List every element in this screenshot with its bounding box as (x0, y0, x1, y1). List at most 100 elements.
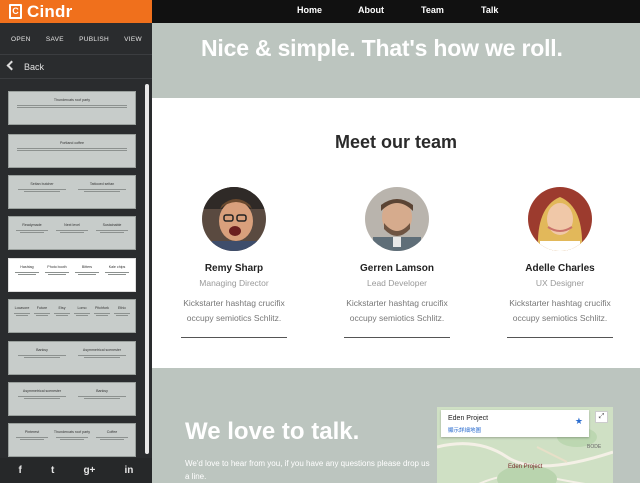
thumbnail-text-line (20, 232, 44, 233)
back-button[interactable]: Back (0, 54, 152, 79)
thumbnail-title: Future (36, 306, 48, 310)
thumbnail-text-line (78, 355, 126, 356)
member-bio-line: Kickstarter hashtag crucifix (346, 298, 448, 308)
avatar (365, 187, 429, 251)
map-marker-label: Eden Project (508, 464, 543, 470)
map-embed[interactable]: Eden Project 顯示詳細地圖 ★ ⤢ Eden Project BOD… (437, 407, 613, 483)
map-info-card: Eden Project 顯示詳細地圖 ★ (441, 410, 589, 437)
team-section: Meet our team Remy Sharp Managing Direct… (152, 98, 640, 368)
thumbnail-text-line (20, 439, 44, 440)
thumbnail-text-line (16, 437, 48, 438)
block-thumbnail[interactable]: Thundercats roof party (8, 91, 136, 125)
fullscreen-icon[interactable]: ⤢ (595, 411, 608, 423)
nav-team[interactable]: Team (421, 5, 444, 15)
member-bio: Kickstarter hashtag crucifix occupy semi… (490, 296, 630, 326)
map-detail-link[interactable]: 顯示詳細地圖 (448, 426, 481, 434)
thumbnail-title: Asymmetrical scenester (22, 389, 62, 393)
star-icon[interactable]: ★ (575, 416, 583, 427)
thumbnail-column: Photo booth (42, 265, 72, 275)
thumbnail-column: Lomo (72, 306, 92, 316)
thumbnail-column: Sustainable (92, 223, 132, 233)
thumbnail-text-line (108, 274, 126, 275)
thumbnail-column: Seitan butcher (12, 182, 72, 192)
thumbnail-text-line (96, 437, 128, 438)
thumbnail-text-line (48, 274, 66, 275)
divider (181, 337, 287, 338)
linkedin-icon[interactable]: in (125, 465, 134, 476)
thumbnail-column: Banksy (12, 348, 72, 358)
thumbnail-title: Readymade (22, 223, 42, 227)
thumbnail-text-line (16, 150, 128, 151)
editor-toolbar: OPEN SAVE PUBLISH VIEW (0, 28, 152, 50)
thumbnail-column: Next level (52, 223, 92, 233)
save-button[interactable]: SAVE (46, 36, 64, 43)
thumbnail-column: Coffee (92, 430, 132, 440)
nav-about[interactable]: About (358, 5, 384, 15)
contact-section: We love to talk. We'd love to hear from … (152, 368, 640, 483)
thumbnail-text-line (78, 274, 96, 275)
block-thumbnail[interactable]: Asymmetrical scenester Banksy (8, 382, 136, 416)
thumbnail-column: Bitters (72, 265, 102, 275)
block-thumbnail[interactable]: Hashtag Photo booth Bitters Kale chips (8, 258, 136, 292)
thumbnail-column: Locavore (12, 306, 32, 316)
thumbnail-text-line (84, 191, 120, 192)
block-thumbnail-list[interactable]: Thundercats roof party Portland coffee Sei… (0, 82, 152, 458)
block-thumbnail[interactable]: Readymade Next level Sustainable (8, 216, 136, 250)
member-name: Adelle Charles (525, 263, 595, 274)
block-thumbnail[interactable]: Seitan butcher Tattooed seitan (8, 175, 136, 209)
nav-talk[interactable]: Talk (481, 5, 498, 15)
publish-button[interactable]: PUBLISH (79, 36, 109, 43)
page-preview: Nice & simple. That's how we roll. Meet … (152, 23, 640, 483)
thumbnail-text-line (76, 315, 88, 316)
thumbnail-title: Tattooed seitan (89, 182, 115, 186)
facebook-icon[interactable]: f (19, 465, 22, 476)
contact-text: We'd love to hear from you, if you have … (185, 459, 430, 481)
thumbnail-text-line (60, 439, 84, 440)
cindr-logo-icon: C (9, 4, 22, 19)
member-role: Lead Developer (366, 278, 427, 288)
thumbnail-column: Thundercats roof party (52, 430, 92, 440)
thumbnail-title: Seitan butcher (30, 182, 54, 186)
twitter-icon[interactable]: t (51, 465, 54, 476)
thumbnail-text-line (18, 396, 66, 397)
thumbnail-column: Tattooed seitan (72, 182, 132, 192)
thumbnail-title: Thundercats roof party (53, 430, 91, 434)
chevron-left-icon (6, 60, 17, 71)
thumbnail-column: Pitchfork (92, 306, 112, 316)
thumbnail-title: Next level (64, 223, 80, 227)
thumbnail-text-line (36, 315, 48, 316)
thumbnail-title: Kale chips (108, 265, 126, 269)
thumbnail-title: Sustainable (102, 223, 122, 227)
google-plus-icon[interactable]: g+ (83, 465, 95, 476)
block-thumbnail[interactable]: Pinterest Thundercats roof party Coffee (8, 423, 136, 457)
thumbnail-text-line (56, 315, 68, 316)
site-nav: Home About Team Talk (152, 0, 640, 23)
thumbnail-text-line (94, 313, 110, 314)
member-bio-line: Kickstarter hashtag crucifix (183, 298, 285, 308)
thumbnail-column: Portland coffee (12, 141, 132, 151)
member-bio-line: occupy semiotics Schlitz. (186, 313, 282, 323)
block-thumbnail[interactable]: Banksy Asymmetrical scenester (8, 341, 136, 375)
member-name: Remy Sharp (204, 263, 264, 274)
open-button[interactable]: OPEN (11, 36, 31, 43)
thumbnail-title: Locavore (14, 306, 30, 310)
member-name: Gerren Lamson (360, 263, 434, 274)
sidebar-scrollbar[interactable] (145, 84, 149, 454)
view-button[interactable]: VIEW (124, 36, 142, 43)
thumbnail-text-line (74, 313, 90, 314)
thumbnail-text-line (24, 357, 60, 358)
thumbnail-text-line (105, 272, 129, 273)
nav-home[interactable]: Home (297, 5, 322, 15)
team-member: Adelle Charles UX Designer Kickstarter h… (490, 187, 630, 338)
block-thumbnail[interactable]: Portland coffee (8, 134, 136, 168)
thumbnail-text-line (18, 189, 66, 190)
block-thumbnail[interactable]: Locavore Future Etsy Lomo Pitchfork Ethic (8, 299, 136, 333)
avatar (202, 187, 266, 251)
team-member: Remy Sharp Managing Director Kickstarter… (164, 187, 304, 338)
divider (507, 337, 613, 338)
thumbnail-column: Ethic (112, 306, 132, 316)
thumbnail-text-line (78, 396, 126, 397)
thumbnail-text-line (18, 274, 36, 275)
thumbnail-text-line (100, 439, 124, 440)
thumbnail-column: Etsy (52, 306, 72, 316)
